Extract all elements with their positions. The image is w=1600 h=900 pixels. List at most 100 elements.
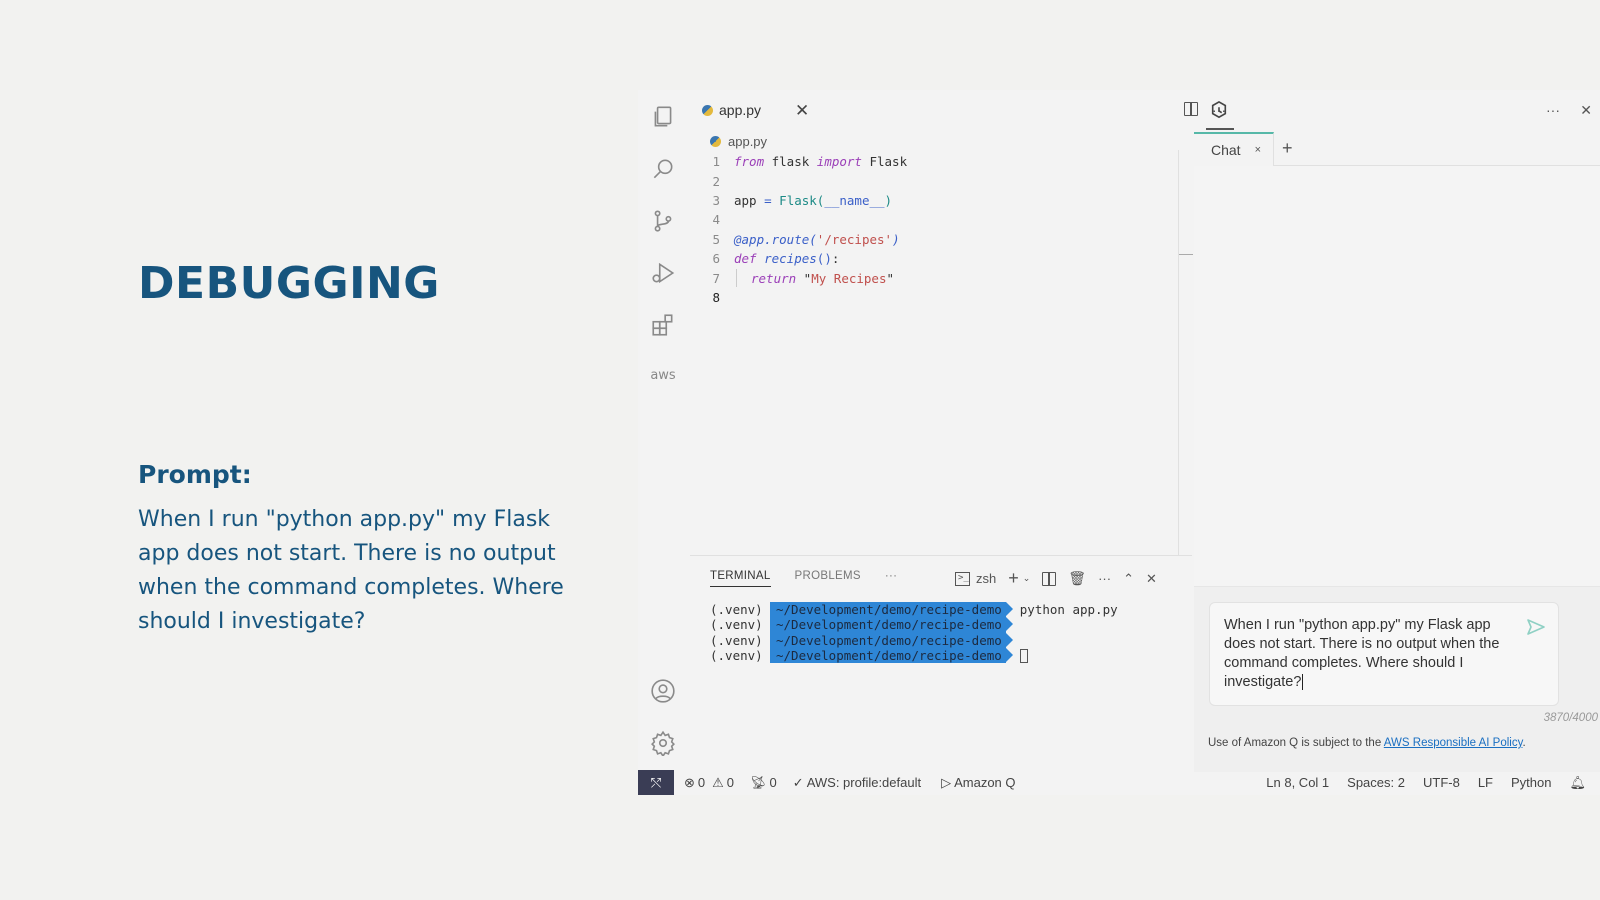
terminal-panel: TERMINAL PROBLEMS ··· >_ zsh + ⌄ 🗑 ··· ⌃… [690,555,1192,760]
code-token: return [751,270,797,286]
status-bar: ⤲ ⊗ 0 ⚠ 0 📡︎ 0 ✓ AWS: profile:default ▷ … [638,770,1600,795]
character-count: 3870/4000 [1543,712,1598,724]
close-panel-icon[interactable]: ✕ [1146,571,1157,587]
code-line[interactable]: 1 from flask import Flask [690,152,1180,171]
venv-label: (.venv) [710,632,763,648]
cursor-position[interactable]: Ln 8, Col 1 [1266,775,1329,790]
check-icon: ✓ [792,774,804,790]
aws-profile-status[interactable]: ✓ AWS: profile:default [793,775,921,791]
code-token: Flask( [779,192,825,208]
end-of-line[interactable]: LF [1478,775,1493,790]
terminal-output[interactable]: (.venv) ~/Development/demo/recipe-demo pyt… [710,602,1118,664]
play-icon: ▷ [941,774,952,790]
code-line[interactable]: 4 [690,210,1180,229]
chevron-down-icon[interactable]: ⌄ [1023,573,1031,584]
chat-input-area: When I run "python app.py" my Flask app … [1194,586,1600,772]
tab-problems[interactable]: PROBLEMS [795,570,861,587]
code-token: ) [892,231,900,247]
panel-more-tabs-button[interactable]: ··· [885,570,897,587]
chat-more-actions-button[interactable]: ··· [1546,102,1560,118]
code-line[interactable]: 3 app = Flask(__name__) [690,191,1180,210]
files-icon[interactable] [650,104,676,130]
code-token: : [831,251,840,267]
warning-icon: ⚠ [712,774,724,790]
chat-tab-bar: Chat × + [1194,132,1600,166]
responsible-ai-policy-link[interactable]: AWS Responsible AI Policy [1384,737,1523,749]
line-number: 7 [712,270,720,286]
run-debug-icon[interactable] [650,260,676,286]
chat-tab-label: Chat [1211,142,1241,158]
tab-terminal[interactable]: TERMINAL [710,570,771,587]
prompt-path: ~/Development/demo/recipe-demo [770,647,1013,664]
code-token: " [796,270,812,286]
policy-notice: Use of Amazon Q is subject to the AWS Re… [1208,737,1526,749]
tab-app-py[interactable]: app.py [702,102,761,118]
source-control-icon[interactable] [650,208,676,234]
code-token: from [734,154,765,170]
line-number: 6 [712,251,720,267]
prompt-label: Prompt: [138,460,252,489]
terminal-line: (.venv) ~/Development/demo/recipe-demo pyt… [710,602,1118,618]
new-terminal-button[interactable]: + [1008,568,1019,589]
prompt-path: ~/Development/demo/recipe-demo [770,617,1013,633]
trash-icon[interactable]: 🗑 [1068,570,1086,587]
extensions-icon[interactable] [650,312,676,338]
active-view-indicator [1206,128,1234,130]
code-token: app [734,192,765,208]
code-token: " [886,270,895,286]
code-token: '/recipes' [816,231,893,247]
code-line[interactable]: 7 return " My Recipes " [690,268,1180,288]
scroll-indicator [1179,254,1193,255]
code-token: ) [884,192,893,208]
close-chat-panel-button[interactable]: ✕ [1580,102,1592,119]
amazon-q-panel: ··· ✕ Chat × + When I run "python app.py… [1194,90,1600,772]
tab-close-button[interactable]: ✕ [795,101,809,121]
maximize-panel-icon[interactable]: ⌃ [1123,571,1134,587]
prompt-path: ~/Development/demo/recipe-demo [770,632,1013,648]
code-token: = [764,192,772,208]
chat-conversation [1194,166,1600,586]
split-terminal-icon[interactable] [1042,571,1057,586]
problems-status[interactable]: ⊗ 0 ⚠ 0 [684,775,734,791]
venv-label: (.venv) [710,617,763,633]
code-token: __name__ [824,192,885,208]
code-line[interactable]: 8 [690,288,1180,307]
code-line[interactable]: 5 @app.route('/recipes') [690,230,1180,249]
editor-tab-bar: app.py ✕ ··· [690,90,1226,134]
amazon-q-status[interactable]: ▷ Amazon Q [941,775,1015,791]
terminal-shell-selector[interactable]: >_ zsh [955,571,996,586]
bell-icon[interactable]: 🔔︎ [1569,775,1586,791]
code-line[interactable]: 6 def recipes(): [690,249,1180,268]
new-chat-tab-button[interactable]: + [1282,138,1293,159]
prompt-path: ~/Development/demo/recipe-demo [770,602,1013,618]
search-icon[interactable] [650,156,676,182]
language-mode[interactable]: Python [1511,775,1551,790]
ports-status[interactable]: 📡︎ 0 [750,775,777,791]
breadcrumb-file[interactable]: app.py [728,134,767,149]
remote-indicator-icon[interactable]: ⤲ [638,770,674,795]
code-token: def [734,251,757,267]
terminal-line: (.venv) ~/Development/demo/recipe-demo [710,647,1118,664]
line-number: 2 [712,173,720,189]
code-editor[interactable]: 1 from flask import Flask 2 3 app = Flask(__… [690,152,1180,307]
terminal-line: (.venv) ~/Development/demo/recipe-demo [710,632,1118,648]
venv-label: (.venv) [710,648,763,664]
send-icon[interactable] [1526,617,1546,637]
aws-icon[interactable]: aws [650,362,676,388]
ide-window: aws app.py ✕ ··· app.py 1 from flask impo… [638,90,1600,795]
code-token: flask [764,154,817,170]
line-number: 3 [712,192,720,208]
chat-tab-close-button[interactable]: × [1255,144,1261,156]
encoding[interactable]: UTF-8 [1423,775,1460,790]
chat-prompt-input[interactable]: When I run "python app.py" my Flask app … [1209,602,1559,706]
terminal-more-actions-button[interactable]: ··· [1098,571,1111,586]
indentation[interactable]: Spaces: 2 [1347,775,1405,790]
account-icon[interactable] [650,678,676,704]
amazon-q-icon[interactable] [1210,100,1228,120]
indent-guide [736,269,737,288]
tab-chat[interactable]: Chat × [1194,132,1274,166]
code-line[interactable]: 2 [690,171,1180,190]
settings-gear-icon[interactable] [650,730,676,756]
